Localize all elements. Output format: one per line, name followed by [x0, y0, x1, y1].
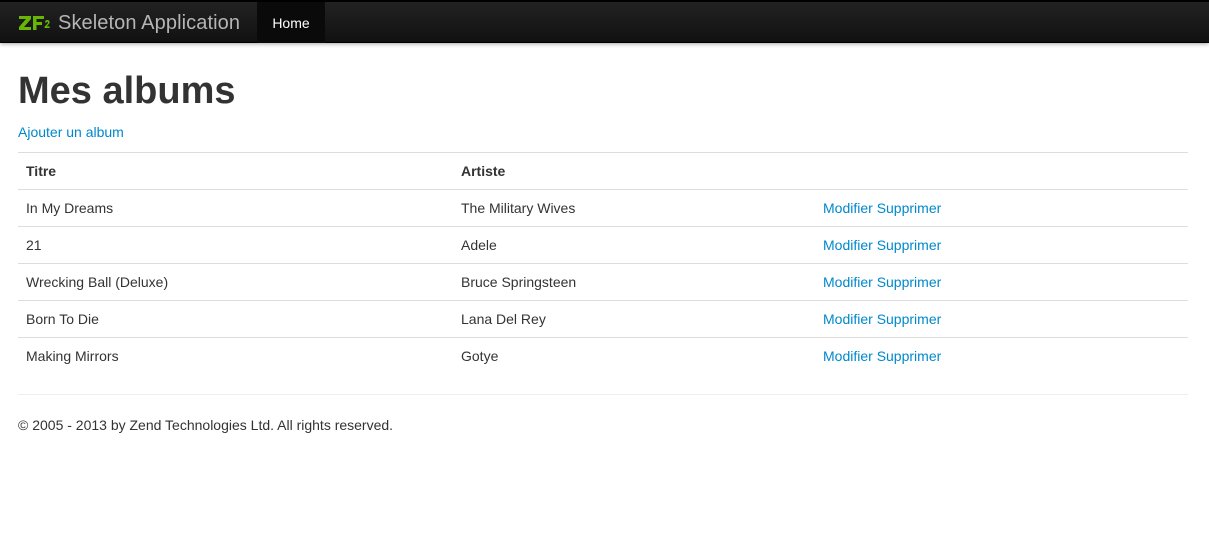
album-artist: The Military Wives: [453, 189, 815, 227]
album-artist: Gotye: [453, 337, 815, 375]
edit-album-link[interactable]: Modifier: [823, 200, 873, 216]
table-row: Born To Die Lana Del Rey Modifier Suppri…: [18, 300, 1188, 338]
album-artist: Lana Del Rey: [453, 300, 815, 338]
album-title: In My Dreams: [18, 189, 453, 227]
table-row: Making Mirrors Gotye Modifier Supprimer: [18, 337, 1188, 375]
album-title: Born To Die: [18, 300, 453, 338]
page-title: Mes albums: [18, 70, 236, 112]
edit-album-link[interactable]: Modifier: [823, 348, 873, 364]
top-navbar: Skeleton Application Home: [0, 0, 1209, 43]
delete-album-link[interactable]: Supprimer: [877, 311, 942, 327]
main-content: Mes albums Ajouter un album Titre Artist…: [18, 66, 1188, 433]
album-title: Making Mirrors: [18, 337, 453, 375]
album-title: 21: [18, 226, 453, 264]
album-title: Wrecking Ball (Deluxe): [18, 263, 453, 301]
albums-table: Titre Artiste In My Dreams The Military …: [18, 152, 1188, 375]
delete-album-link[interactable]: Supprimer: [877, 200, 942, 216]
header-artist: Artiste: [453, 152, 815, 190]
delete-album-link[interactable]: Supprimer: [877, 237, 942, 253]
album-actions: Modifier Supprimer: [815, 226, 1188, 264]
footer-copyright: © 2005 - 2013 by Zend Technologies Ltd. …: [18, 416, 394, 433]
brand-link[interactable]: Skeleton Application: [18, 8, 240, 38]
album-actions: Modifier Supprimer: [815, 263, 1188, 301]
table-row: In My Dreams The Military Wives Modifier…: [18, 189, 1188, 227]
delete-album-link[interactable]: Supprimer: [877, 348, 942, 364]
album-artist: Bruce Springsteen: [453, 263, 815, 301]
edit-album-link[interactable]: Modifier: [823, 237, 873, 253]
album-artist: Adele: [453, 226, 815, 264]
album-actions: Modifier Supprimer: [815, 189, 1188, 227]
add-album-link[interactable]: Ajouter un album: [18, 122, 124, 142]
edit-album-link[interactable]: Modifier: [823, 311, 873, 327]
table-row: Wrecking Ball (Deluxe) Bruce Springsteen…: [18, 263, 1188, 301]
brand-title: Skeleton Application: [58, 11, 241, 34]
album-actions: Modifier Supprimer: [815, 337, 1188, 375]
table-row: 21 Adele Modifier Supprimer: [18, 226, 1188, 264]
delete-album-link[interactable]: Supprimer: [877, 274, 942, 290]
zf2-logo-icon: [19, 16, 50, 30]
footer-divider: [18, 393, 1188, 395]
nav-home-tab[interactable]: Home: [257, 2, 325, 43]
table-header-row: Titre Artiste: [18, 152, 1188, 190]
header-actions: [815, 152, 1188, 190]
edit-album-link[interactable]: Modifier: [823, 274, 873, 290]
album-actions: Modifier Supprimer: [815, 300, 1188, 338]
header-title: Titre: [18, 152, 453, 190]
